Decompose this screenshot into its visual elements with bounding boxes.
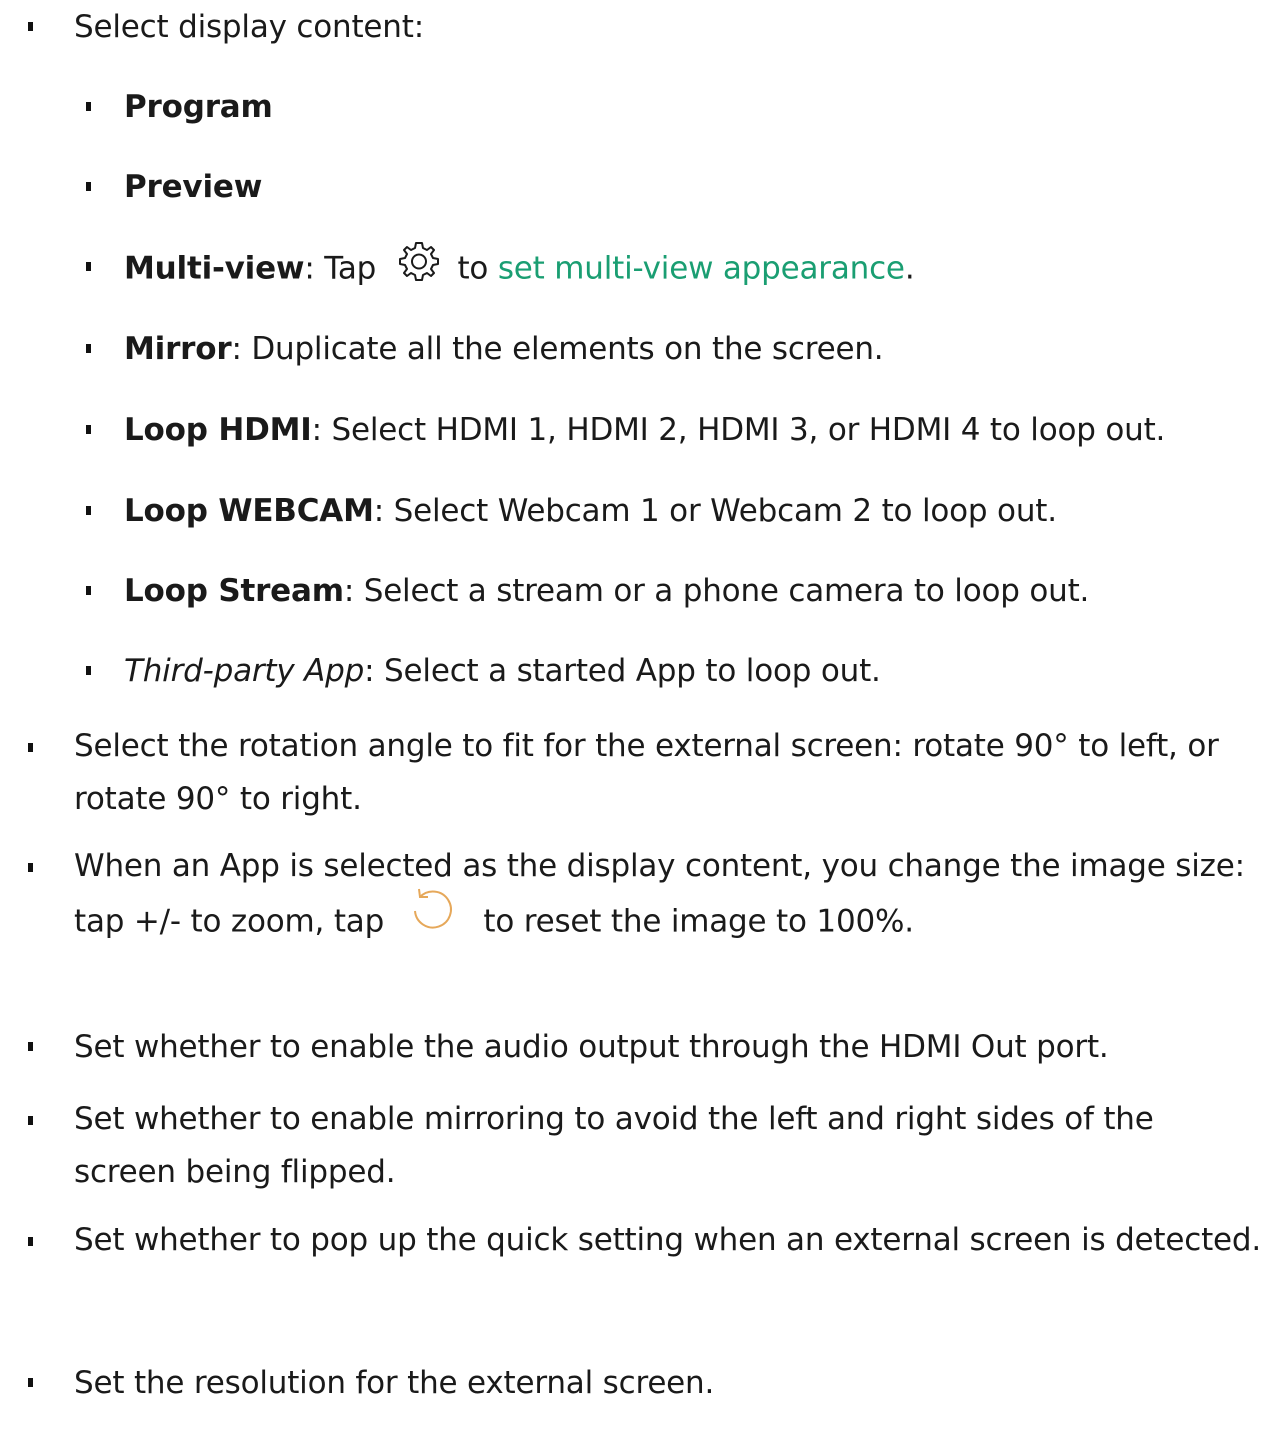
option-loop-webcam: Loop WEBCAM — [124, 493, 374, 529]
list-item-loop-webcam: Loop WEBCAM: Select Webcam 1 or Webcam 2… — [86, 492, 1265, 530]
option-multi-view: Multi-view — [124, 250, 305, 287]
bullet — [28, 863, 33, 872]
bullet — [28, 1378, 33, 1387]
list-item-preview: Preview — [86, 168, 1265, 206]
bullet — [86, 506, 91, 515]
gear-icon — [390, 240, 446, 284]
list-item-mirror: Mirror: Duplicate all the elements on th… — [86, 330, 1265, 368]
bullet — [86, 262, 91, 271]
bullet — [28, 1237, 33, 1246]
list-item-resolution: Set the resolution for the external scre… — [28, 1364, 1265, 1402]
list-item-audio-output: Set whether to enable the audio output t… — [28, 1028, 1265, 1066]
list-item-rotation: Select the rotation angle to fit for the… — [28, 720, 1265, 826]
list-item-mirroring: Set whether to enable mirroring to avoid… — [28, 1093, 1265, 1199]
option-program: Program — [124, 89, 273, 125]
bullet — [86, 666, 91, 675]
option-preview: Preview — [124, 169, 263, 205]
bullet — [86, 102, 91, 111]
list-item-display-content: Select display content: — [28, 8, 1265, 46]
option-mirror: Mirror — [124, 331, 232, 367]
multi-view-appearance-link[interactable]: set multi-view appearance — [498, 251, 905, 287]
bullet — [28, 1042, 33, 1051]
option-loop-hdmi: Loop HDMI — [124, 412, 312, 448]
option-loop-stream: Loop Stream — [124, 573, 344, 609]
list-item-quick-setting: Set whether to pop up the quick setting … — [28, 1214, 1265, 1267]
reset-icon — [404, 883, 464, 943]
option-third-party-app: Third-party App — [124, 653, 365, 689]
list-item-loop-stream: Loop Stream: Select a stream or a phone … — [86, 572, 1265, 610]
bullet — [28, 1116, 33, 1125]
list-item-third-party-app: Third-party App: Select a started App to… — [86, 652, 1265, 690]
list-item-loop-hdmi: Loop HDMI: Select HDMI 1, HDMI 2, HDMI 3… — [86, 411, 1265, 449]
bullet — [28, 22, 33, 31]
bullet — [86, 182, 91, 191]
bullet — [86, 344, 91, 353]
bullet — [86, 586, 91, 595]
list-item-multi-view: Multi-view: Tap to set multi-view appear… — [86, 242, 1265, 292]
bullet — [28, 743, 33, 752]
list-item-image-size: When an App is selected as the display c… — [28, 840, 1265, 953]
bullet — [86, 425, 91, 434]
list-item-program: Program — [86, 88, 1265, 126]
